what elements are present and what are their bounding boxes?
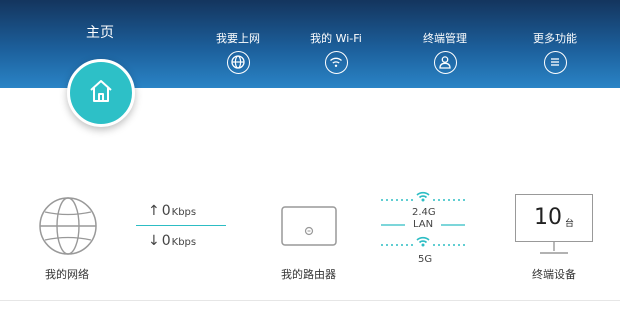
device-count: 10 [534, 205, 562, 230]
nav-item-wifi-label: 我的 Wi-Fi [310, 32, 362, 45]
internet-label: 我的网络 [45, 268, 89, 281]
wireless-links [381, 191, 465, 247]
devices-monitor[interactable]: 10 台 [515, 194, 593, 242]
download-speed: ↓ 0Kbps [148, 233, 218, 249]
nav-home-label[interactable]: 主页 [70, 22, 130, 42]
user-icon [433, 51, 457, 74]
band-24g-label: 2.4G [412, 207, 436, 218]
upload-value: 0 [161, 203, 171, 219]
nav-item-wifi[interactable]: 我的 Wi-Fi [291, 32, 381, 74]
menu-icon [543, 51, 567, 74]
nav-item-terminal-label: 终端管理 [423, 32, 467, 45]
nav-item-terminal[interactable]: 终端管理 [400, 32, 490, 74]
nav-item-internet-label: 我要上网 [216, 32, 260, 45]
router-label: 我的路由器 [281, 268, 336, 281]
download-arrow-icon: ↓ [148, 233, 160, 249]
nav-item-more-label: 更多功能 [533, 32, 577, 45]
lan-label: LAN [413, 219, 434, 230]
download-unit: Kbps [171, 237, 197, 248]
device-count-unit: 台 [565, 219, 575, 229]
nav-item-internet[interactable]: 我要上网 [193, 32, 283, 74]
wifi-5g-icon [416, 236, 430, 247]
devices-label: 终端设备 [532, 268, 576, 281]
router-icon[interactable] [281, 206, 337, 246]
upload-speed: ↑ 0Kbps [148, 203, 218, 219]
wifi-icon [324, 51, 348, 74]
band-5g-label: 5G [418, 254, 433, 265]
home-button[interactable] [67, 59, 135, 127]
nav-item-more[interactable]: 更多功能 [510, 32, 600, 74]
wifi-24g-icon [416, 191, 430, 202]
download-value: 0 [161, 233, 171, 249]
upload-unit: Kbps [171, 207, 197, 218]
internet-globe-icon[interactable] [38, 196, 98, 256]
globe-icon [226, 51, 250, 74]
upload-arrow-icon: ↑ [148, 203, 160, 219]
monitor-stand-icon [540, 242, 568, 254]
connection-line [136, 225, 226, 226]
divider [0, 300, 620, 301]
